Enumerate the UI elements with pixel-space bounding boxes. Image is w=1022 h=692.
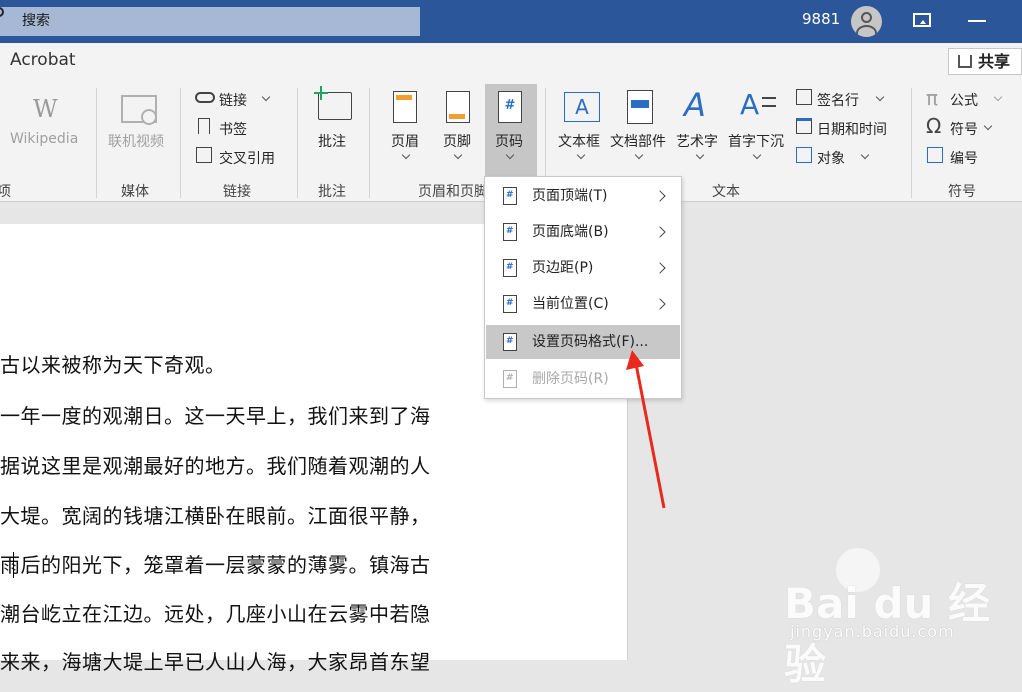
dropcap-lines [762,97,776,107]
menu-item-format-page-numbers[interactable]: 设置页码格式(F)... [486,325,680,359]
chevron-right-icon [654,226,666,238]
text-cursor [13,552,14,578]
object-button[interactable]: 对象 [817,148,845,168]
menu-item-bottom-of-page[interactable]: 页面底端(B) [486,215,680,249]
cross-reference-icon [196,147,212,163]
minimize-icon[interactable] [968,20,986,22]
group-label-symbols: 符号 [948,184,976,200]
link-button[interactable]: 链接 [219,90,247,110]
bookmark-icon [198,118,210,134]
dropcap-button[interactable]: 首字下沉 [728,131,784,151]
document-line[interactable]: 大堤。宽阔的钱塘江横卧在眼前。江面很平静， [0,500,431,529]
cross-reference-button[interactable]: 交叉引用 [219,148,275,168]
wikipedia-button[interactable]: Wikipedia [10,131,78,147]
wikipedia-icon: W [33,95,58,123]
quick-parts-button[interactable]: 文档部件 [610,131,666,151]
user-name: 9881 [802,10,841,28]
page-number-icon: # [498,91,522,123]
footer-button[interactable]: 页脚 [443,131,471,151]
online-video-button[interactable]: 联机视频 [108,131,164,151]
page-number-icon [503,223,517,241]
document-line[interactable]: 雨后的阳光下，笼罩着一层蒙蒙的薄雾。镇海古 [0,549,431,578]
remove-page-number-icon [503,370,517,388]
menu-item-current-position[interactable]: 当前位置(C) [486,287,680,321]
textbox-button[interactable]: 文本框 [558,131,600,151]
wordart-button[interactable]: 艺术字 [676,131,718,151]
comment-button[interactable]: 批注 [318,131,346,151]
document-line[interactable]: 来来，海塘大堤上早已人山人海，大家昂首东望 [0,646,431,675]
header-bar [396,95,412,100]
page-number-button[interactable]: 页码 [495,131,523,151]
quick-parts-bar [631,100,649,108]
date-time-button[interactable]: 日期和时间 [817,119,887,139]
page-number-icon [503,187,517,205]
group-label-comments: 批注 [318,184,346,200]
object-icon [796,147,812,163]
document-line[interactable]: 一年一度的观潮日。这一天早上，我们来到了海 [0,400,431,429]
header-button[interactable]: 页眉 [391,131,419,151]
signature-line-icon [796,89,812,105]
page-number-icon [503,295,517,313]
group-label-header-footer: 页眉和页脚 [418,184,484,200]
number-button[interactable]: 编号 [950,148,978,168]
document-line[interactable]: 潮台屹立在江边。远处，几座小山在云雾中若隐 [0,598,431,627]
format-page-number-icon [503,333,517,351]
number-icon [927,147,943,163]
omega-icon: Ω [926,114,942,138]
menu-item-page-margins[interactable]: 页边距(P) [486,251,680,285]
document-line[interactable]: 古以来被称为天下奇观。 [0,349,226,378]
signature-line-button[interactable]: 签名行 [817,90,859,110]
page-number-menu: 页面顶端(T) 页面底端(B) 页边距(P) 当前位置(C) 设置页码格式(F)… [484,176,682,399]
watermark-url: jingyan.baidu.com [790,622,955,641]
tab-row [0,43,1022,81]
chevron-right-icon [654,298,666,310]
avatar[interactable] [851,6,882,37]
globe-icon [141,109,157,125]
dropcap-icon: A [740,88,760,121]
ribbon-display-options-icon[interactable] [913,13,931,27]
divider [297,88,298,198]
divider [369,88,370,198]
chevron-right-icon [654,262,666,274]
menu-item-top-of-page[interactable]: 页面顶端(T) [486,179,680,213]
share-icon [958,55,972,68]
plus-icon [320,86,322,100]
link-icon [195,92,215,103]
tab-acrobat[interactable]: Acrobat [10,50,76,70]
divider [180,88,181,198]
group-label-media: 媒体 [121,184,149,200]
equation-button[interactable]: 公式 [950,90,978,110]
comment-icon [318,92,352,120]
search-box[interactable]: 搜索 [0,7,420,36]
calendar-icon [796,118,812,134]
wordart-icon: A [684,86,706,124]
footer-bar [449,114,465,119]
page-number-icon [503,259,517,277]
textbox-icon: A [564,92,600,122]
group-label-links: 链接 [223,184,251,200]
symbol-button[interactable]: 符号 [950,119,978,139]
divider [96,88,97,198]
group-label-addins: 项 [0,184,11,200]
bookmark-button[interactable]: 书签 [219,119,247,139]
document-line[interactable]: 据说这里是观潮最好的地方。我们随着观潮的人 [0,450,431,479]
equation-icon: π [926,86,939,110]
menu-item-remove-page-numbers[interactable]: 删除页码(R) [486,362,680,396]
chevron-right-icon [654,190,666,202]
group-label-text: 文本 [712,184,740,200]
divider [911,88,912,198]
